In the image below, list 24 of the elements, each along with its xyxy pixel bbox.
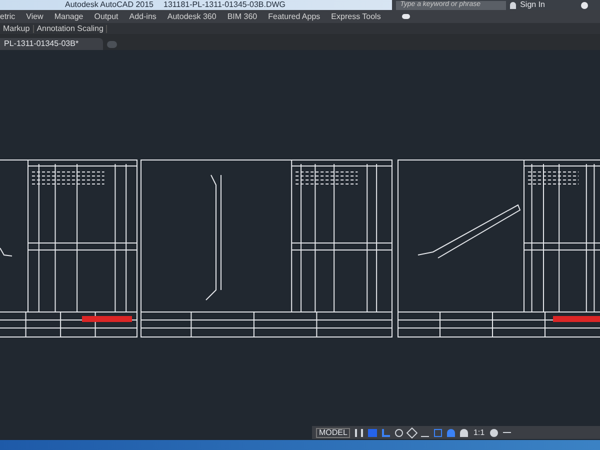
ribbon-tab[interactable]: etric	[0, 12, 16, 20]
sign-in-button[interactable]: Sign In	[520, 1, 577, 9]
ribbon-tab[interactable]: Add-ins	[129, 12, 156, 20]
ortho-icon[interactable]	[382, 428, 390, 436]
toggle-icon[interactable]	[402, 14, 410, 19]
ribbon-tab[interactable]: Autodesk 360	[167, 12, 216, 20]
user-icon	[510, 2, 516, 8]
ribbon-tab[interactable]: Manage	[54, 12, 84, 20]
square-icon[interactable]	[434, 428, 442, 436]
ribbon-tab[interactable]: View	[26, 12, 44, 20]
file-name: 131181-PL-1311-01345-03B.DWG	[164, 1, 286, 9]
ribbon-tab[interactable]: Output	[94, 12, 118, 20]
file-tab[interactable]: PL-1311-01345-03B*	[0, 38, 103, 50]
scale-button[interactable]: 1:1	[473, 428, 485, 436]
grid-icon[interactable]	[355, 428, 364, 436]
panel-title[interactable]: Annotation Scaling	[34, 24, 108, 32]
ribbon-tab[interactable]: Express Tools	[331, 12, 381, 20]
polar-icon[interactable]	[395, 428, 404, 436]
osnap-icon[interactable]	[406, 426, 418, 438]
panel-title[interactable]: Markup	[0, 24, 34, 32]
window-title: Autodesk AutoCAD 2015	[65, 1, 154, 9]
ribbon-tab[interactable]: BIM 360	[227, 12, 258, 20]
model-button[interactable]: MODEL	[316, 428, 350, 438]
ribbon-tab[interactable]: Featured Apps	[268, 12, 320, 20]
